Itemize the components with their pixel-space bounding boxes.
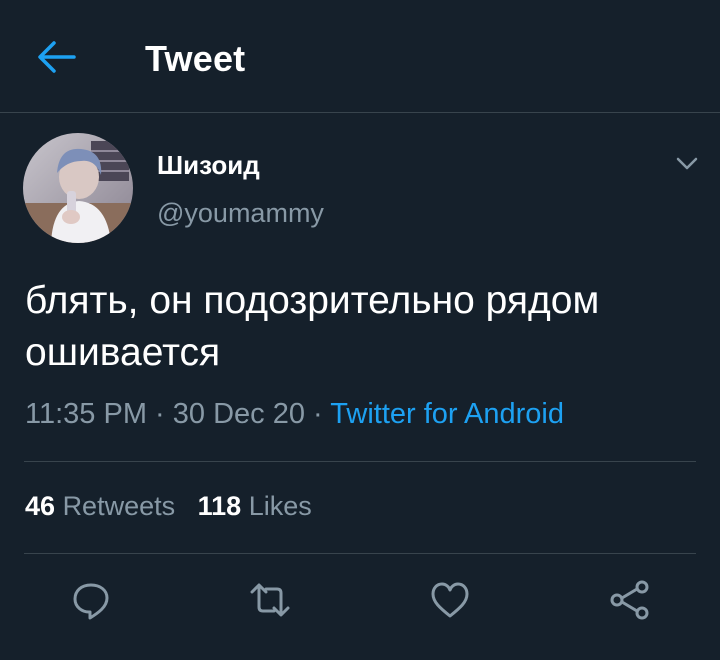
retweet-button[interactable] — [248, 578, 292, 622]
share-button[interactable] — [608, 578, 652, 622]
header-divider — [0, 112, 720, 113]
author-handle[interactable]: @youmammy — [157, 198, 324, 229]
author-display-name[interactable]: Шизоид — [157, 150, 260, 181]
tweet-text-line: блять, он подозрительно рядом — [25, 279, 600, 322]
retweets-label: Retweets — [62, 491, 176, 521]
tweet-text: блять, он подозрительно рядом ошивается — [25, 275, 705, 379]
avatar-photo — [23, 133, 133, 243]
tweet-stats: 46 Retweets 118 Likes — [25, 491, 312, 522]
tweet-source-link[interactable]: Twitter for Android — [330, 398, 564, 430]
avatar[interactable] — [23, 133, 133, 243]
back-button[interactable] — [34, 37, 78, 77]
meta-separator: · — [313, 398, 323, 430]
divider — [24, 461, 696, 462]
chevron-down-icon — [676, 157, 698, 170]
reply-icon — [73, 583, 109, 620]
divider — [24, 553, 696, 554]
retweets-count: 46 — [25, 491, 56, 521]
like-icon — [431, 582, 469, 618]
likes-stat[interactable]: 118 Likes — [198, 491, 312, 521]
app-header: Tweet — [0, 0, 720, 113]
retweets-stat[interactable]: 46 Retweets — [25, 491, 175, 521]
arrow-left-icon — [38, 41, 76, 73]
like-button[interactable] — [428, 578, 472, 622]
tweet-meta: 11:35 PM · 30 Dec 20 · Twitter for Andro… — [25, 398, 564, 431]
tweet-date: 30 Dec 20 — [172, 398, 305, 430]
tweet-text-line: ошивается — [25, 331, 221, 374]
reply-button[interactable] — [69, 578, 113, 622]
likes-count: 118 — [197, 491, 242, 521]
page-title: Tweet — [145, 38, 246, 79]
tweet-options-button[interactable] — [670, 150, 704, 178]
share-icon — [610, 580, 649, 620]
tweet-time: 11:35 PM — [25, 398, 147, 430]
retweet-icon — [250, 583, 290, 617]
meta-separator: · — [155, 398, 165, 430]
likes-label: Likes — [248, 491, 312, 521]
